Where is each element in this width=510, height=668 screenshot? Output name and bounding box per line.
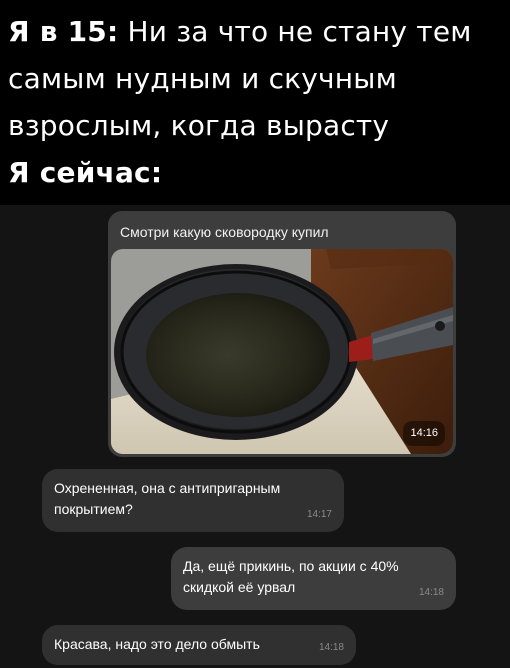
caption-text-teen: Ни за что не стану тем xyxy=(118,15,472,48)
message-text: Да, ещё прикинь, по акции с 40% скидкой … xyxy=(183,558,399,595)
meme-caption: Я в 15: Ни за что не стану тем самым нуд… xyxy=(0,0,510,205)
message-text: Охрененная, она с антипригарным покрытие… xyxy=(54,480,281,517)
frying-pan-photo[interactable]: 14:16 xyxy=(111,249,453,454)
frying-pan-image xyxy=(111,249,453,454)
chat-screen: Смотри какую сковородку купил 14:16 Охре… xyxy=(0,205,510,668)
message-text: Красава, надо это дело обмыть xyxy=(54,636,260,652)
caption-line-4: Я сейчас: xyxy=(8,151,162,195)
photo-message-time: 14:16 xyxy=(403,421,445,446)
message-time: 14:17 xyxy=(306,509,332,520)
chat-message-incoming[interactable]: Охрененная, она с антипригарным покрытие… xyxy=(42,469,344,532)
caption-bold-label-teen: Я в 15: xyxy=(8,15,119,48)
caption-line-1: Я в 15: Ни за что не стану тем xyxy=(8,10,472,54)
chat-message-outgoing[interactable]: Да, ещё прикинь, по акции с 40% скидкой … xyxy=(171,547,456,610)
caption-line-3: взрослым, когда вырасту xyxy=(8,109,390,142)
caption-line-2: самым нудным и скучным xyxy=(8,62,397,95)
photo-message-bubble[interactable]: Смотри какую сковородку купил 14:16 xyxy=(108,211,456,457)
photo-message-caption: Смотри какую сковородку купил xyxy=(120,224,329,240)
caption-bold-label-now: Я сейчас: xyxy=(8,156,163,189)
chat-message-incoming[interactable]: Красава, надо это дело обмыть 14:18 xyxy=(42,625,356,665)
message-time: 14:18 xyxy=(318,642,344,653)
message-time: 14:18 xyxy=(418,587,444,598)
